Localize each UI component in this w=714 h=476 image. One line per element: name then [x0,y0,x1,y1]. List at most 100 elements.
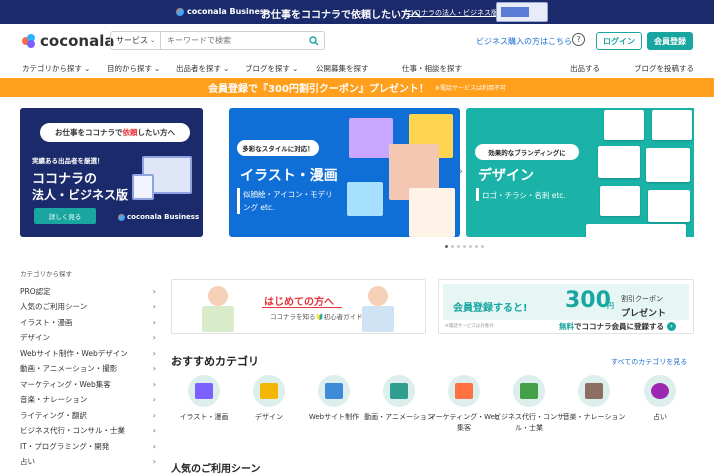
category-icon-circle [513,375,545,407]
category-video[interactable]: 動画・アニメーション [363,375,435,445]
promo-banner[interactable]: coconala Business お仕事をココナラで依頼したい方へ ココナラの… [0,0,714,24]
category-label: Webサイト制作 [308,413,360,421]
sidebar-item[interactable]: IT・プログラミング・開発 › [20,439,156,453]
sidebar-item-label: ビジネス代行・コンサル・士業 [20,425,125,435]
signup-coupon-banner[interactable]: 会員登録すると! 300 円 割引クーポン プレゼント ※電話サービスは対象外 … [438,279,694,334]
chevron-down-icon: ⌄ [154,64,161,73]
carousel-dot[interactable] [475,245,478,248]
nav-post-blog[interactable]: ブログを投稿する [634,63,694,74]
business-logo: coconala Business [118,213,199,221]
sidebar-item[interactable]: デザイン › [20,330,156,344]
nav-jobs[interactable]: 仕事・相談を探す [402,63,462,74]
category-music[interactable]: 音楽・ナレーション [558,375,630,445]
nav-blogs[interactable]: ブログを探す ⌄ [245,63,298,74]
coupon-bar[interactable]: 会員登録で『300円割引クーポン』プレゼント！ ※電話サービスは利用不可 [0,78,714,97]
cta-emphasis: 無料 [559,322,574,331]
nav-public-requests[interactable]: 公開募集を探す [316,63,369,74]
beginner-guide-banner[interactable]: はじめての方へ ココナラを知る🔰初心者ガイド [171,279,426,334]
coupon-banner-body: 会員登録すると! 300 円 割引クーポン プレゼント [443,284,689,320]
nav-label: 出品者を探す [176,64,221,73]
chevron-right-icon: › [152,363,156,373]
logo-sample-card [604,110,644,140]
nav-label: 公開募集を探す [316,64,369,73]
category-business[interactable]: ビジネス代行・コンサル・士業 [493,375,565,445]
site-logo[interactable]: coconala [22,32,114,50]
nav-label: ブログを投稿する [634,64,694,73]
sidebar-title: カテゴリから探す [20,270,72,278]
logo-sample-card [648,190,690,222]
person-illustration [202,306,234,332]
search-service-select[interactable]: サービス ⌄ [111,32,161,49]
slide-tag-emphasis: 依頼 [122,128,138,137]
chevron-down-icon: ⌄ [84,64,91,73]
sidebar-item[interactable]: ビジネス代行・コンサル・士業 › [20,423,156,437]
register-free-link[interactable]: 無料でココナラ会員に登録する › [559,321,676,332]
sidebar-item[interactable]: ライティング・翻訳 › [20,408,156,422]
global-nav: カテゴリから探す ⌄ 目的から探す ⌄ 出品者を探す ⌄ ブログを探す ⌄ 公開募集を探… [0,58,714,78]
sidebar-item-label: IT・プログラミング・開発 [20,441,110,451]
sidebar-item[interactable]: マーケティング・Web集客 › [20,377,156,391]
learn-more-button[interactable]: 詳しく見る [34,208,96,224]
slide-subtitle: 実績ある出品者を厳選！ [32,157,104,165]
carousel-dot[interactable] [457,245,460,248]
recommended-title: おすすめカテゴリ [171,355,259,368]
carousel-slide-design[interactable]: 効果的なブランディングに デザイン ロゴ・チラシ・名刺 etc. [466,108,694,237]
illustration-sample-image [409,188,455,237]
carousel-dot[interactable] [481,245,484,248]
website-icon [325,383,343,399]
sidebar-item[interactable]: Webサイト制作・Webデザイン › [20,346,156,360]
category-label: イラスト・漫画 [179,413,229,421]
category-illustration[interactable]: イラスト・漫画 [168,375,240,445]
chevron-right-icon: › [152,410,156,420]
search-input[interactable] [161,32,304,49]
carousel-dot[interactable] [445,245,448,248]
carousel-dot[interactable] [463,245,466,248]
login-button[interactable]: ログイン [596,32,642,50]
category-marketing[interactable]: マーケティング・Web集客 [428,375,500,445]
person-illustration [368,286,388,306]
nav-sellers[interactable]: 出品者を探す ⌄ [176,63,229,74]
carousel-slide-illustration[interactable]: 多彩なスタイルに対応！ イラスト・漫画 似顔絵・アイコン・モデリング etc. [229,108,460,237]
business-purchase-link[interactable]: ビジネス購入の方はこちら [476,36,572,47]
sidebar-item-label: 人気のご利用シーン [20,301,88,311]
sidebar-item[interactable]: 人気のご利用シーン › [20,299,156,313]
see-all-categories-link[interactable]: すべてのカテゴリを見る [611,357,687,367]
coupon-text: 会員登録で『300円割引クーポン』プレゼント！ [208,84,429,95]
nav-category[interactable]: カテゴリから探す ⌄ [22,63,90,74]
signup-button[interactable]: 会員登録 [647,32,693,50]
category-fortune[interactable]: 占い [624,375,696,445]
sidebar-item[interactable]: PRO認定 › [20,284,156,298]
nav-label: カテゴリから探す [22,64,82,73]
person-illustration [362,306,394,332]
document-icon [520,383,538,399]
nav-purpose[interactable]: 目的から探す ⌄ [107,63,160,74]
sidebar-item[interactable]: 動画・アニメーション・撮影 › [20,361,156,375]
carousel-next-button[interactable]: › [455,165,467,179]
category-design[interactable]: デザイン [233,375,305,445]
slide-tag: お仕事をココナラで 依頼 したい方へ [40,123,190,142]
logo-sample-card [598,146,640,178]
slide-heading-line2: 法人・ビジネス版 [32,188,129,202]
chart-icon [455,383,473,399]
coupon-yen: 円 [607,302,614,310]
sidebar-item-label: 音楽・ナレーション [20,394,88,404]
category-web[interactable]: Webサイト制作 [298,375,370,445]
carousel-slide-business[interactable]: お仕事をココナラで 依頼 したい方へ 実績ある出品者を厳選！ ココナラの 法人・ビジ… [20,108,203,237]
beginner-title: はじめての方へ [264,297,334,308]
sidebar-item[interactable]: 音楽・ナレーション › [20,392,156,406]
carousel-dot[interactable] [451,245,454,248]
search-button[interactable] [304,32,324,49]
sidebar-item[interactable]: 占い › [20,454,156,468]
chevron-right-icon: › [152,441,156,451]
nav-sell[interactable]: 出品する [570,63,600,74]
person-illustration [208,286,228,306]
help-icon[interactable]: ? [572,33,585,46]
promo-screenshot-image [496,2,548,22]
sidebar-item-label: デザイン [20,332,50,342]
sidebar-item[interactable]: イラスト・漫画 › [20,315,156,329]
chevron-right-icon: › [152,301,156,311]
carousel-dot[interactable] [469,245,472,248]
category-label: ビジネス代行・コンサル・士業 [494,413,564,432]
promo-logo: coconala Business [176,7,269,16]
promo-link[interactable]: ココナラの法人・ビジネス版 [407,8,498,18]
